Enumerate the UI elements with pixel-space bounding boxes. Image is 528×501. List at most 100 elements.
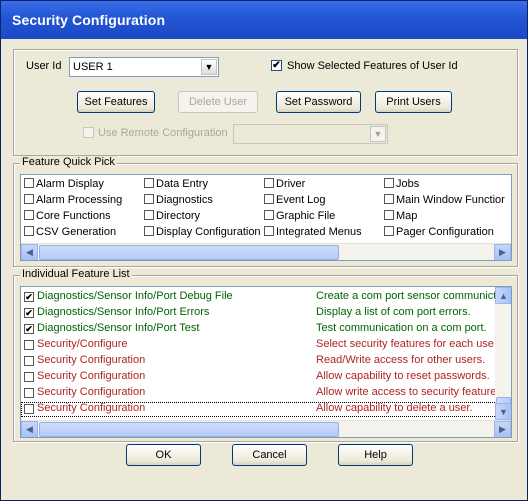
feature-name: Security/Configure bbox=[37, 338, 128, 350]
quick-pick-item[interactable]: Display Configuration bbox=[144, 226, 261, 241]
feature-row[interactable]: Security Configuration Allow capability t… bbox=[21, 402, 497, 417]
quick-pick-item-label: Directory bbox=[156, 210, 201, 222]
checkbox-icon[interactable] bbox=[144, 194, 154, 204]
feature-description: Select security features for each use bbox=[316, 338, 494, 350]
feature-row[interactable]: Security Configuration Allow write access… bbox=[21, 386, 497, 401]
feature-name: Diagnostics/Sensor Info/Port Debug File bbox=[37, 290, 233, 302]
quick-pick-item[interactable]: Alarm Display bbox=[24, 178, 104, 193]
quick-pick-item[interactable]: Directory bbox=[144, 210, 200, 225]
quick-pick-item[interactable]: Main Window Functior bbox=[384, 194, 505, 209]
checkbox-icon[interactable] bbox=[264, 178, 274, 188]
feature-name: Security Configuration bbox=[37, 386, 146, 398]
title-bar[interactable]: Security Configuration bbox=[1, 1, 527, 39]
quick-pick-item[interactable]: Event Log bbox=[264, 194, 326, 209]
checkbox-icon[interactable] bbox=[384, 210, 394, 220]
feature-checkbox[interactable]: ✔ bbox=[24, 308, 34, 318]
feature-checkbox[interactable]: ✔ bbox=[24, 324, 34, 334]
individual-feature-list-title: Individual Feature List bbox=[20, 268, 132, 280]
scroll-left-icon[interactable]: ◀ bbox=[21, 244, 38, 260]
user-group: User Id USER 1 ▼ ✔ Show Selected Feature… bbox=[13, 49, 518, 156]
user-id-select[interactable]: USER 1 ▼ bbox=[69, 57, 219, 77]
scroll-left-icon[interactable]: ◀ bbox=[21, 421, 38, 437]
feature-row[interactable]: ✔ Diagnostics/Sensor Info/Port Test Test c… bbox=[21, 322, 497, 337]
feature-checkbox[interactable] bbox=[24, 388, 34, 398]
quick-pick-hscrollbar[interactable]: ◀ ▶ bbox=[21, 243, 511, 260]
checkbox-icon[interactable] bbox=[384, 226, 394, 236]
quick-pick-item-label: Alarm Display bbox=[36, 178, 104, 190]
checkbox-icon[interactable] bbox=[384, 194, 394, 204]
quick-pick-item[interactable]: Pager Configuration bbox=[384, 226, 494, 241]
print-users-button[interactable]: Print Users bbox=[375, 91, 452, 113]
quick-pick-item[interactable]: Diagnostics bbox=[144, 194, 213, 209]
feature-checkbox[interactable] bbox=[24, 404, 34, 414]
scroll-down-icon[interactable]: ▼ bbox=[495, 403, 511, 420]
feature-row[interactable]: Security/Configure Select security featur… bbox=[21, 338, 497, 353]
set-features-label: Set Features bbox=[84, 96, 148, 108]
quick-pick-item[interactable]: Data Entry bbox=[144, 178, 208, 193]
print-users-label: Print Users bbox=[386, 96, 441, 108]
checkbox-icon[interactable] bbox=[144, 210, 154, 220]
checkbox-icon[interactable] bbox=[144, 226, 154, 236]
feature-list-hscrollbar[interactable]: ◀ ▶ bbox=[21, 420, 511, 437]
quick-pick-item-label: Jobs bbox=[396, 178, 420, 190]
scroll-thumb[interactable] bbox=[39, 422, 339, 437]
quick-pick-item[interactable]: Integrated Menus bbox=[264, 226, 362, 241]
checkbox-icon[interactable] bbox=[24, 194, 34, 204]
use-remote-checkbox bbox=[83, 127, 94, 138]
feature-checkbox[interactable] bbox=[24, 372, 34, 382]
checkbox-icon[interactable] bbox=[24, 226, 34, 236]
feature-description: Allow capability to reset passwords. bbox=[316, 370, 490, 382]
quick-pick-item-label: Driver bbox=[276, 178, 306, 190]
quick-pick-item[interactable]: Jobs bbox=[384, 178, 419, 193]
feature-checkbox[interactable]: ✔ bbox=[24, 292, 34, 302]
scroll-up-icon[interactable]: ▲ bbox=[495, 287, 511, 304]
show-selected-checkbox[interactable]: ✔ bbox=[271, 60, 282, 71]
scroll-thumb[interactable] bbox=[39, 245, 339, 260]
user-id-label: User Id bbox=[26, 60, 62, 72]
feature-checkbox[interactable] bbox=[24, 356, 34, 366]
checkbox-icon[interactable] bbox=[24, 178, 34, 188]
feature-row[interactable]: Security Configuration Allow capability t… bbox=[21, 370, 497, 385]
quick-pick-item[interactable]: Core Functions bbox=[24, 210, 111, 225]
quick-pick-item-label: Graphic File bbox=[276, 210, 336, 222]
set-features-button[interactable]: Set Features bbox=[77, 91, 155, 113]
dialog-client: User Id USER 1 ▼ ✔ Show Selected Feature… bbox=[5, 39, 523, 496]
quick-pick-item[interactable]: Graphic File bbox=[264, 210, 335, 225]
use-remote-label: Use Remote Configuration bbox=[98, 127, 228, 139]
quick-pick-item-label: Event Log bbox=[276, 194, 326, 206]
feature-description: Test communication on a com port. bbox=[316, 322, 487, 334]
feature-list-vscrollbar[interactable]: ▲ ▼ bbox=[495, 287, 511, 420]
scroll-right-icon[interactable]: ▶ bbox=[494, 421, 511, 437]
quick-pick-item-label: Main Window Functior bbox=[396, 194, 505, 206]
checkbox-icon[interactable] bbox=[264, 194, 274, 204]
quick-pick-item-label: Display Configuration bbox=[156, 226, 261, 238]
chevron-down-icon[interactable]: ▼ bbox=[201, 59, 217, 75]
quick-pick-item[interactable]: Alarm Processing bbox=[24, 194, 122, 209]
feature-description: Read/Write access for other users. bbox=[316, 354, 486, 366]
feature-description: Allow write access to security feature bbox=[316, 386, 497, 398]
checkbox-icon[interactable] bbox=[264, 210, 274, 220]
checkbox-icon[interactable] bbox=[24, 210, 34, 220]
individual-feature-list-group: Individual Feature List ✔ Diagnostics/Sen… bbox=[13, 268, 518, 442]
ok-button[interactable]: OK bbox=[126, 444, 201, 466]
feature-name: Diagnostics/Sensor Info/Port Test bbox=[37, 322, 200, 334]
feature-name: Diagnostics/Sensor Info/Port Errors bbox=[37, 306, 210, 318]
feature-row[interactable]: ✔ Diagnostics/Sensor Info/Port Debug File… bbox=[21, 290, 497, 305]
checkbox-icon[interactable] bbox=[384, 178, 394, 188]
set-password-button[interactable]: Set Password bbox=[276, 91, 361, 113]
help-button[interactable]: Help bbox=[338, 444, 413, 466]
cancel-button[interactable]: Cancel bbox=[232, 444, 307, 466]
ok-label: OK bbox=[155, 449, 172, 461]
chevron-down-icon: ▼ bbox=[370, 126, 386, 142]
quick-pick-item[interactable]: Driver bbox=[264, 178, 305, 193]
feature-checkbox[interactable] bbox=[24, 340, 34, 350]
quick-pick-item[interactable]: Map bbox=[384, 210, 417, 225]
delete-user-button: Delete User bbox=[178, 91, 258, 113]
scroll-right-icon[interactable]: ▶ bbox=[494, 244, 511, 260]
quick-pick-item[interactable]: CSV Generation bbox=[24, 226, 116, 241]
feature-row[interactable]: Security Configuration Read/Write access … bbox=[21, 354, 497, 369]
checkbox-icon[interactable] bbox=[144, 178, 154, 188]
feature-row[interactable]: ✔ Diagnostics/Sensor Info/Port Errors Disp… bbox=[21, 306, 497, 321]
user-id-value: USER 1 bbox=[73, 61, 113, 73]
checkbox-icon[interactable] bbox=[264, 226, 274, 236]
